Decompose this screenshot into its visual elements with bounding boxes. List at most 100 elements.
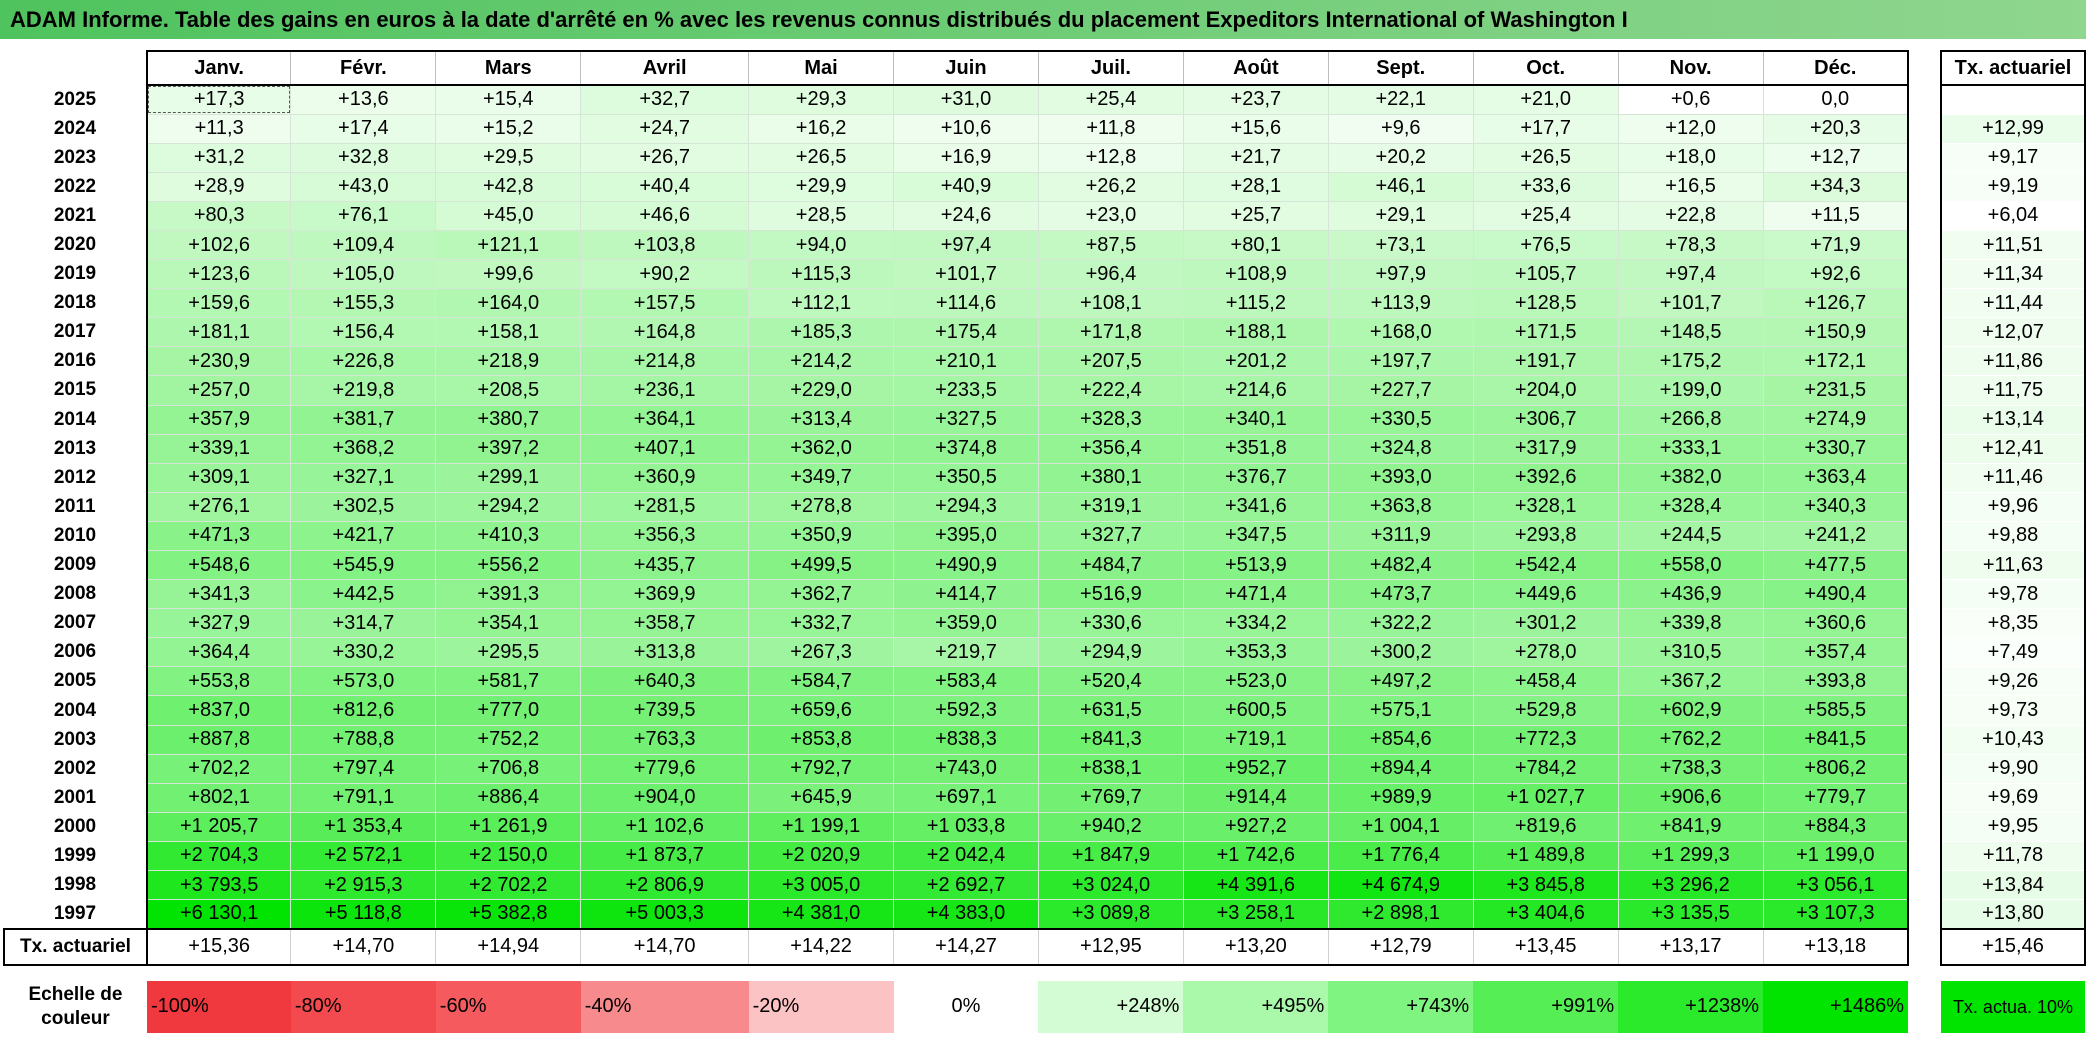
color-scale-step: +248% xyxy=(1038,980,1184,1033)
gain-cell: +435,7 xyxy=(580,549,750,581)
gain-cell: +43,0 xyxy=(290,171,437,202)
gain-cell: +3 005,0 xyxy=(748,870,895,901)
gain-cell: +631,5 xyxy=(1037,695,1184,726)
gain-cell: +78,3 xyxy=(1617,229,1764,261)
gain-cell: +763,3 xyxy=(580,724,750,755)
gain-cell: +906,6 xyxy=(1617,782,1764,813)
gain-cell: +333,1 xyxy=(1617,433,1764,464)
gain-cell: +218,9 xyxy=(435,346,582,377)
gain-cell: +231,5 xyxy=(1762,375,1909,406)
gain-cell: +600,5 xyxy=(1182,695,1329,726)
gain-cell: +123,6 xyxy=(145,259,292,290)
gain-cell: +357,4 xyxy=(1762,637,1909,668)
gain-cell: +382,0 xyxy=(1617,462,1764,493)
table-row: 2004 +837,0 +812,6 +777,0 +739,5 +659,6 +592,3… xyxy=(4,695,2086,726)
gain-cell: +414,7 xyxy=(893,579,1039,610)
gain-cell: +838,3 xyxy=(893,724,1039,755)
gain-cell: +837,0 xyxy=(145,695,292,726)
gain-cell: +191,7 xyxy=(1472,346,1619,377)
gain-cell: +584,7 xyxy=(748,666,895,697)
month-header-7: Juil. xyxy=(1037,50,1184,86)
gain-cell: +583,4 xyxy=(893,666,1039,697)
gain-cell: +2 702,2 xyxy=(435,870,582,901)
gain-cell: +364,4 xyxy=(145,637,292,668)
gain-cell: +97,4 xyxy=(1617,259,1764,290)
gain-cell: +516,9 xyxy=(1037,579,1184,610)
gain-cell: +340,1 xyxy=(1182,404,1329,435)
gain-cell: +449,6 xyxy=(1472,579,1619,610)
gain-cell: +267,3 xyxy=(748,637,895,668)
gain-cell: +33,6 xyxy=(1472,171,1619,202)
tx-actuariel-cell: +11,44 xyxy=(1939,288,2086,319)
gain-cell: +164,8 xyxy=(580,317,750,348)
gain-cell: +171,5 xyxy=(1472,317,1619,348)
gain-cell: +548,6 xyxy=(145,549,292,581)
tx-actuariel-cell: +12,99 xyxy=(1939,113,2086,144)
gain-cell: +301,2 xyxy=(1472,608,1619,639)
gain-cell: +31,2 xyxy=(145,142,292,173)
month-header-8: Août xyxy=(1182,50,1329,86)
gain-cell: +21,7 xyxy=(1182,142,1329,173)
gain-cell: +6 130,1 xyxy=(145,899,292,930)
gain-cell: +894,4 xyxy=(1327,753,1474,784)
gain-cell: +45,0 xyxy=(435,200,582,231)
gain-cell: +523,0 xyxy=(1182,666,1329,697)
table-row: 1997 +6 130,1 +5 118,8 +5 382,8 +5 003,3 +4 3… xyxy=(4,899,2086,930)
tx-actuariel-cell: +11,51 xyxy=(1939,229,2086,261)
gain-cell: +392,6 xyxy=(1472,462,1619,493)
year-label: 2018 xyxy=(53,292,97,314)
gain-cell: +341,3 xyxy=(145,579,292,610)
annual-rate-cell: +14,27 xyxy=(893,927,1039,966)
gain-cell: +32,8 xyxy=(290,142,437,173)
color-scale-label: Echelle de couleur xyxy=(28,983,123,1029)
gain-cell: +168,0 xyxy=(1327,317,1474,348)
tx-actuariel-cell: +12,07 xyxy=(1939,317,2086,348)
gain-cell: +155,3 xyxy=(290,288,437,319)
gain-cell: +266,8 xyxy=(1617,404,1764,435)
table-row: 1999 +2 704,3 +2 572,1 +2 150,0 +1 873,7 +2 0… xyxy=(4,840,2086,872)
gain-cell: +499,5 xyxy=(748,549,895,581)
gain-cell: +175,2 xyxy=(1617,346,1764,377)
corner-cell xyxy=(4,51,147,85)
gain-cell: +172,1 xyxy=(1762,346,1909,377)
gain-cell: +32,7 xyxy=(580,84,750,115)
gain-cell: +3 024,0 xyxy=(1037,870,1184,901)
tx-actuariel-cell: +9,17 xyxy=(1939,142,2086,173)
tx-actuariel-cell: +10,43 xyxy=(1939,724,2086,755)
gain-cell: +12,7 xyxy=(1762,142,1909,173)
gain-cell: +31,0 xyxy=(893,84,1039,115)
tx-actuariel-cell: +8,35 xyxy=(1939,608,2086,639)
gain-cell: +640,3 xyxy=(580,666,750,697)
gain-cell: +1 299,3 xyxy=(1617,840,1764,872)
gap-cell xyxy=(1907,405,1941,435)
gain-cell: +806,2 xyxy=(1762,753,1909,784)
gain-cell: +529,8 xyxy=(1472,695,1619,726)
tx-actuariel-cell: +11,46 xyxy=(1939,462,2086,493)
tx-actuariel-cell: +9,73 xyxy=(1939,695,2086,726)
gap-cell xyxy=(1907,928,1941,965)
annual-rate-cell: +13,18 xyxy=(1762,927,1909,966)
gain-cell: +542,4 xyxy=(1472,549,1619,581)
table-row: 2009 +548,6 +545,9 +556,2 +435,7 +499,5 +490,9… xyxy=(4,549,2086,581)
gain-cell: +886,4 xyxy=(435,782,582,813)
tx-actuariel-cell: +9,90 xyxy=(1939,753,2086,784)
table-row: 2022 +28,9 +43,0 +42,8 +40,4 +29,9 +40,9 +26,2 +… xyxy=(4,171,2086,202)
color-scale-step: +495% xyxy=(1183,980,1329,1033)
gain-cell: +697,1 xyxy=(893,782,1039,813)
year-label: 1999 xyxy=(53,844,97,866)
gain-cell: +80,1 xyxy=(1182,229,1329,261)
year-label: 2025 xyxy=(53,88,97,110)
color-scale-step: +743% xyxy=(1328,980,1474,1033)
gain-cell: +1 847,9 xyxy=(1037,840,1184,872)
annual-rate-cell: +12,95 xyxy=(1037,927,1184,966)
gain-cell: +2 692,7 xyxy=(893,870,1039,901)
gain-cell: +368,2 xyxy=(290,433,437,464)
gap-cell xyxy=(1907,899,1941,929)
gain-cell: +356,3 xyxy=(580,520,750,552)
gain-cell: +4 381,0 xyxy=(748,899,895,930)
gain-cell: +350,9 xyxy=(748,520,895,552)
gain-cell: +332,7 xyxy=(748,608,895,639)
color-scale-step: -100% xyxy=(146,980,291,1033)
gain-cell: +40,4 xyxy=(580,171,750,202)
gap-cell xyxy=(1907,172,1941,202)
